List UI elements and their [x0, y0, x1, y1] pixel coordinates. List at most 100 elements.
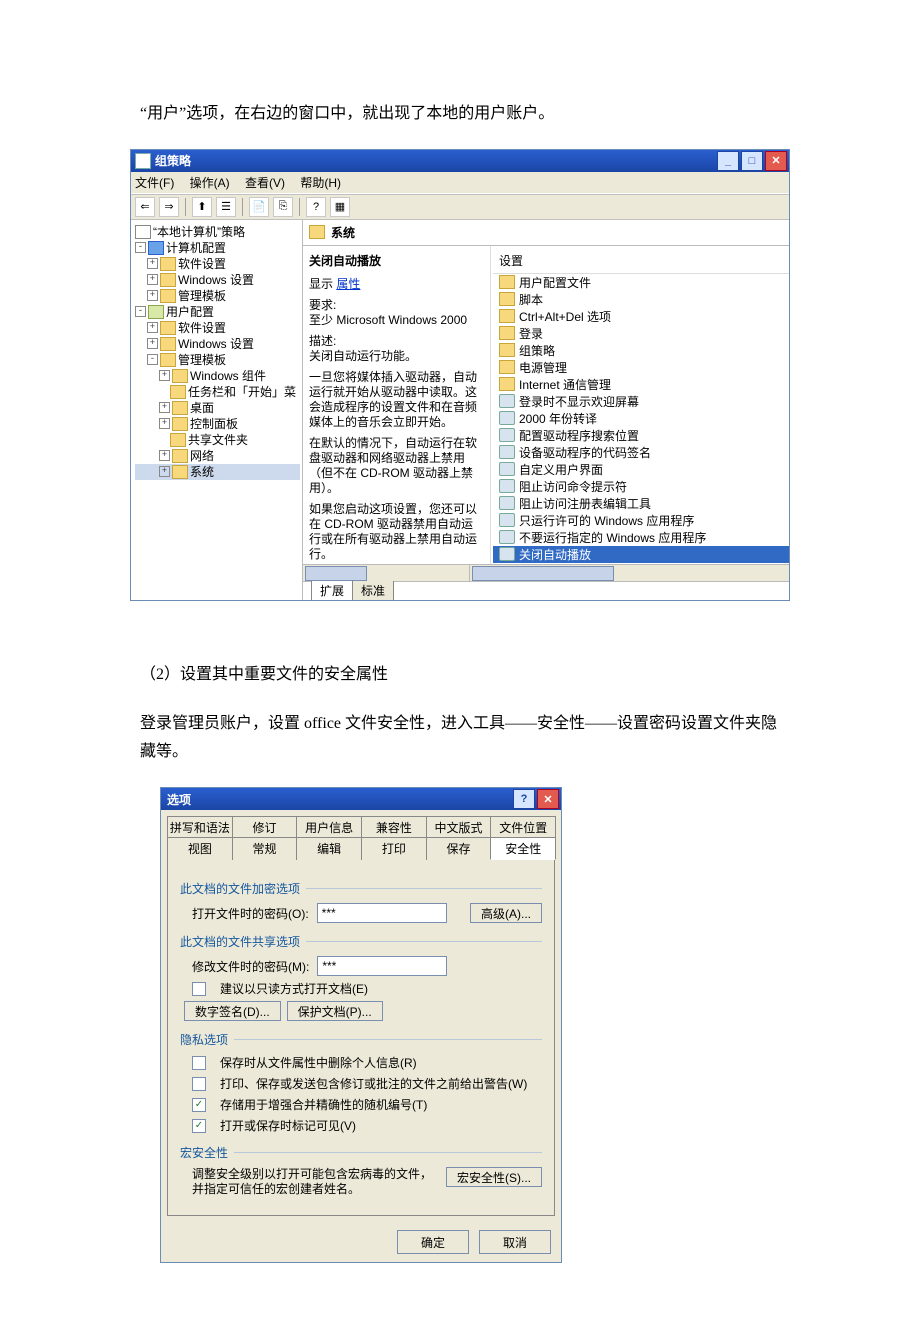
forward-icon[interactable]: ⇒: [159, 197, 179, 217]
tab-用户信息[interactable]: 用户信息: [296, 816, 362, 838]
policy-item[interactable]: 关闭自动播放: [493, 546, 789, 563]
readonly-checkbox[interactable]: [192, 982, 206, 996]
modify-password-label: 修改文件时的密码(M):: [192, 958, 309, 975]
tree-u-share[interactable]: 共享文件夹: [188, 432, 248, 448]
menu-file[interactable]: 文件(F): [135, 176, 174, 190]
protect-document-button[interactable]: 保护文档(P)...: [287, 1001, 383, 1021]
close-button[interactable]: ✕: [537, 789, 559, 809]
menu-view[interactable]: 查看(V): [245, 176, 285, 190]
advanced-button[interactable]: 高级(A)...: [470, 903, 542, 923]
properties-icon[interactable]: 📄: [249, 197, 269, 217]
policy-item[interactable]: 不要运行指定的 Windows 应用程序: [493, 529, 789, 546]
digital-signature-button[interactable]: 数字签名(D)...: [184, 1001, 281, 1021]
up-icon[interactable]: ⬆: [192, 197, 212, 217]
gp-scrollbar-bottom[interactable]: [303, 564, 789, 581]
policy-item[interactable]: 电源管理: [493, 359, 789, 376]
help-icon[interactable]: ?: [306, 197, 326, 217]
tree-u-desktop[interactable]: 桌面: [190, 400, 214, 416]
open-password-input[interactable]: [317, 903, 447, 923]
tab-extended[interactable]: 扩展: [311, 580, 353, 600]
macro-security-button[interactable]: 宏安全性(S)...: [446, 1167, 542, 1187]
tree-root[interactable]: “本地计算机”策略: [153, 224, 245, 240]
desc-label: 描述:: [309, 334, 336, 348]
policy-item[interactable]: 只运行许可的 Windows 应用程序: [493, 512, 789, 529]
policy-icon: [499, 479, 515, 493]
tab-standard[interactable]: 标准: [352, 580, 394, 600]
tree-u-admin[interactable]: 管理模板: [178, 352, 226, 368]
policy-item[interactable]: 限制这些程序从帮助启动: [493, 563, 789, 564]
tree-u-win[interactable]: Windows 设置: [178, 336, 254, 352]
tab-文件位置[interactable]: 文件位置: [490, 816, 556, 838]
back-icon[interactable]: ⇐: [135, 197, 155, 217]
tab-常规[interactable]: 常规: [232, 837, 298, 860]
cancel-button[interactable]: 取消: [479, 1230, 551, 1254]
policy-item[interactable]: 阻止访问命令提示符: [493, 478, 789, 495]
policy-item[interactable]: 脚本: [493, 291, 789, 308]
tab-安全性[interactable]: 安全性: [490, 837, 556, 860]
filter-icon[interactable]: ▦: [330, 197, 350, 217]
tree-c-admin[interactable]: 管理模板: [178, 288, 226, 304]
policy-item[interactable]: Internet 通信管理: [493, 376, 789, 393]
tree-c-win[interactable]: Windows 设置: [178, 272, 254, 288]
menu-action[interactable]: 操作(A): [190, 176, 230, 190]
menu-help[interactable]: 帮助(H): [300, 176, 341, 190]
maximize-button[interactable]: □: [741, 151, 763, 171]
macro-text: 调整安全级别以打开可能包含宏病毒的文件，并指定可信任的宏创建者姓名。: [192, 1167, 438, 1197]
policy-item-label: 不要运行指定的 Windows 应用程序: [519, 529, 706, 546]
policy-item-label: 电源管理: [519, 359, 567, 376]
priv4-checkbox[interactable]: [192, 1119, 206, 1133]
desc-2: 一旦您将媒体插入驱动器，自动运行就开始从驱动器中读取。这会造成程序的设置文件和在…: [309, 370, 484, 430]
policy-item[interactable]: 组策略: [493, 342, 789, 359]
priv2-checkbox[interactable]: [192, 1077, 206, 1091]
tab-拼写和语法[interactable]: 拼写和语法: [167, 816, 233, 838]
tree-u-wincomp[interactable]: Windows 组件: [190, 368, 266, 384]
column-header-setting[interactable]: 设置: [493, 250, 789, 274]
export-icon[interactable]: ⎘: [273, 197, 293, 217]
tree-user[interactable]: 用户配置: [166, 304, 214, 320]
tree-u-system[interactable]: 系统: [190, 464, 214, 480]
policy-item[interactable]: 登录: [493, 325, 789, 342]
folder-icon: [499, 292, 515, 306]
tab-打印[interactable]: 打印: [361, 837, 427, 860]
close-button[interactable]: ✕: [765, 151, 787, 171]
desc-3: 在默认的情况下，自动运行在软盘驱动器和网络驱动器上禁用（但不在 CD-ROM 驱…: [309, 436, 484, 496]
policy-item[interactable]: 登录时不显示欢迎屏幕: [493, 393, 789, 410]
group-privacy: 隐私选项: [180, 1031, 542, 1048]
gp-titlebar[interactable]: 组策略 _ □ ✕: [131, 150, 789, 172]
tab-编辑[interactable]: 编辑: [296, 837, 362, 860]
tree-u-net[interactable]: 网络: [190, 448, 214, 464]
policy-item[interactable]: Ctrl+Alt+Del 选项: [493, 308, 789, 325]
priv1-checkbox[interactable]: [192, 1056, 206, 1070]
group-encrypt: 此文档的文件加密选项: [180, 880, 542, 897]
priv3-checkbox[interactable]: [192, 1098, 206, 1112]
gp-tree[interactable]: “本地计算机”策略 -计算机配置 +软件设置 +Windows 设置 +管理模板…: [131, 220, 303, 600]
policy-item[interactable]: 2000 年份转译: [493, 410, 789, 427]
opt-title: 选项: [167, 791, 511, 808]
policy-item[interactable]: 设备驱动程序的代码签名: [493, 444, 789, 461]
tree-u-ctrl[interactable]: 控制面板: [190, 416, 238, 432]
tab-兼容性[interactable]: 兼容性: [361, 816, 427, 838]
gp-policy-list[interactable]: 设置 用户配置文件脚本Ctrl+Alt+Del 选项登录组策略电源管理Inter…: [491, 246, 789, 564]
tree-c-soft[interactable]: 软件设置: [178, 256, 226, 272]
ok-button[interactable]: 确定: [397, 1230, 469, 1254]
modify-password-input[interactable]: [317, 956, 447, 976]
tree-computer[interactable]: 计算机配置: [166, 240, 226, 256]
folder-icon: [499, 275, 515, 289]
tab-修订[interactable]: 修订: [232, 816, 298, 838]
tree-u-taskbar[interactable]: 任务栏和「开始」菜: [188, 384, 296, 400]
policy-item[interactable]: 配置驱动程序搜索位置: [493, 427, 789, 444]
show-tree-icon[interactable]: ☰: [216, 197, 236, 217]
folder-icon: [172, 369, 188, 383]
minimize-button[interactable]: _: [717, 151, 739, 171]
help-button[interactable]: ?: [513, 789, 535, 809]
policy-item[interactable]: 自定义用户界面: [493, 461, 789, 478]
policy-item[interactable]: 用户配置文件: [493, 274, 789, 291]
opt-titlebar[interactable]: 选项 ? ✕: [161, 788, 561, 810]
tab-中文版式[interactable]: 中文版式: [426, 816, 492, 838]
properties-link[interactable]: 属性: [336, 277, 360, 291]
policy-item[interactable]: 阻止访问注册表编辑工具: [493, 495, 789, 512]
tab-保存[interactable]: 保存: [426, 837, 492, 860]
tree-u-soft[interactable]: 软件设置: [178, 320, 226, 336]
tab-视图[interactable]: 视图: [167, 837, 233, 860]
policy-icon: [135, 225, 151, 239]
